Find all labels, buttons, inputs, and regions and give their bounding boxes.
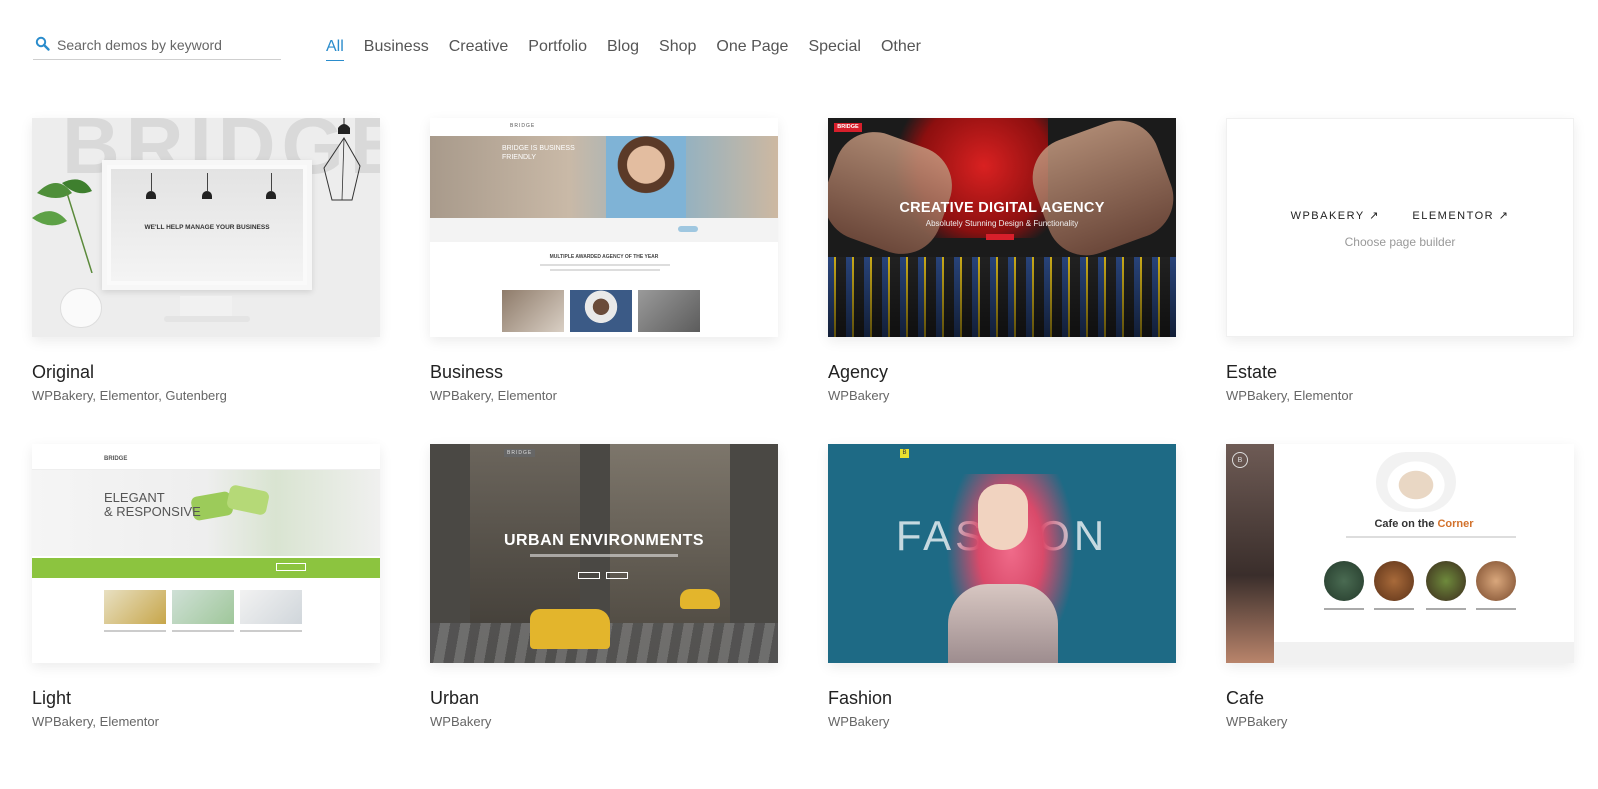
demo-thumbnail[interactable]: BRIDGE CREATIVE DIGITAL AGENCY Absolutel… [828,118,1176,337]
coffee-cup-image [1376,452,1456,512]
wpbakery-link[interactable]: WPBAKERY ↗ [1291,210,1380,222]
demo-title[interactable]: Urban [430,687,778,709]
demo-card-light[interactable]: BRIDGE ELEGANT & RESPONSIVE Light WPBake… [32,444,380,730]
elementor-link[interactable]: ELEMENTOR ↗ [1412,210,1509,222]
model-image [948,584,1058,663]
demo-card-cafe[interactable]: B Cafe on the Corner Cafe WPBakery [1226,444,1574,730]
filter-blog[interactable]: Blog [607,38,639,61]
portrait-image [606,136,686,218]
model-face-image [978,484,1028,550]
search-icon[interactable] [35,36,51,52]
filter-shop[interactable]: Shop [659,38,696,61]
demo-card-estate[interactable]: WPBAKERY ↗ ELEMENTOR ↗ Choose page build… [1226,118,1574,404]
filter-business[interactable]: Business [364,38,429,61]
filter-other[interactable]: Other [881,38,921,61]
builder-hint: Choose page builder [1344,235,1456,249]
filter-portfolio[interactable]: Portfolio [528,38,587,61]
demo-card-urban[interactable]: BRIDGE URBAN ENVIRONMENTS Urban WPBakery [430,444,778,730]
demo-card-business[interactable]: BRIDGE BRIDGE IS BUSINESS FRIENDLY MULTI… [430,118,778,404]
man-photo [570,290,632,332]
monitor-image: WE'LL HELP MANAGE YOUR BUSINESS [102,160,312,290]
window-photo [240,590,302,624]
demo-title[interactable]: Light [32,687,380,709]
preview-logo: BRIDGE [504,449,536,457]
demo-thumbnail[interactable]: BRIDGE WE'LL HELP MANAGE YOUR BUSINESS [32,118,380,337]
filter-one-page[interactable]: One Page [716,38,788,61]
preview-headline: CREATIVE DIGITAL AGENCY [899,200,1105,216]
hero-image [430,136,778,218]
hero-text: BRIDGE IS BUSINESS FRIENDLY [502,145,575,161]
preview-logo: BRIDGE [510,123,536,129]
cards-photo [638,290,700,332]
demo-builders: WPBakery [1226,714,1288,729]
plant-image [32,179,93,273]
screen-headline: WE'LL HELP MANAGE YOUR BUSINESS [144,224,270,231]
preview-logo: B [900,449,909,458]
sidebar-image: B [1226,444,1274,663]
filter-all[interactable]: All [326,38,344,61]
demo-card-agency[interactable]: BRIDGE CREATIVE DIGITAL AGENCY Absolutel… [828,118,1176,404]
preview-headline: URBAN ENVIRONMENTS [503,532,705,549]
demo-card-fashion[interactable]: FASHION B Fashion WPBakery [828,444,1176,730]
pendant-lamp-image [323,118,361,201]
demo-thumbnail[interactable]: BRIDGE URBAN ENVIRONMENTS [430,444,778,663]
demo-thumbnail[interactable]: FASHION B [828,444,1176,663]
demo-title[interactable]: Cafe [1226,687,1574,709]
lemon-photo [104,590,166,624]
filter-creative[interactable]: Creative [449,38,509,61]
vase-image [60,288,102,328]
search-input[interactable] [57,34,279,56]
category-filters: All Business Creative Portfolio Blog Sho… [326,38,941,61]
vase-photo [172,590,234,624]
demo-thumbnail[interactable]: BRIDGE ELEGANT & RESPONSIVE [32,444,380,663]
builder-links: WPBAKERY ↗ ELEMENTOR ↗ [1227,209,1573,222]
demo-builders: WPBakery [430,714,492,729]
demo-title[interactable]: Original [32,361,380,383]
search-box[interactable] [33,32,281,60]
demo-title[interactable]: Agency [828,361,1176,383]
demo-builders: WPBakery, Elementor [1226,388,1353,403]
demo-builders: WPBakery, Elementor [32,714,159,729]
demo-builders: WPBakery, Elementor [430,388,557,403]
demo-thumbnail[interactable]: BRIDGE BRIDGE IS BUSINESS FRIENDLY MULTI… [430,118,778,337]
demo-thumbnail[interactable]: B Cafe on the Corner [1226,444,1574,663]
preview-subline: Absolutely Stunning Design & Functionali… [925,219,1079,228]
phone-photo [502,290,564,332]
section-title: MULTIPLE AWARDED AGENCY OF THE YEAR [549,254,659,260]
demo-grid: BRIDGE WE'LL HELP MANAGE YOUR BUSINESS O… [32,118,1582,730]
taxi-image [530,609,610,649]
demo-thumbnail: WPBAKERY ↗ ELEMENTOR ↗ Choose page build… [1226,118,1574,337]
demo-builders: WPBakery, Elementor, Gutenberg [32,388,227,403]
preview-headline: ELEGANT & RESPONSIVE [104,490,201,519]
preview-headline: Cafe on the Corner [1374,518,1474,530]
demo-card-original[interactable]: BRIDGE WE'LL HELP MANAGE YOUR BUSINESS O… [32,118,380,404]
demo-title[interactable]: Estate [1226,361,1574,383]
demo-title[interactable]: Business [430,361,778,383]
preview-logo: BRIDGE [104,456,128,462]
preview-logo: B [1232,452,1248,468]
demo-builders: WPBakery [828,388,890,403]
demo-builders: WPBakery [828,714,890,729]
demo-title[interactable]: Fashion [828,687,1176,709]
filter-special[interactable]: Special [808,38,860,61]
top-bar: All Business Creative Portfolio Blog Sho… [0,0,1598,80]
preview-logo: BRIDGE [834,123,862,132]
